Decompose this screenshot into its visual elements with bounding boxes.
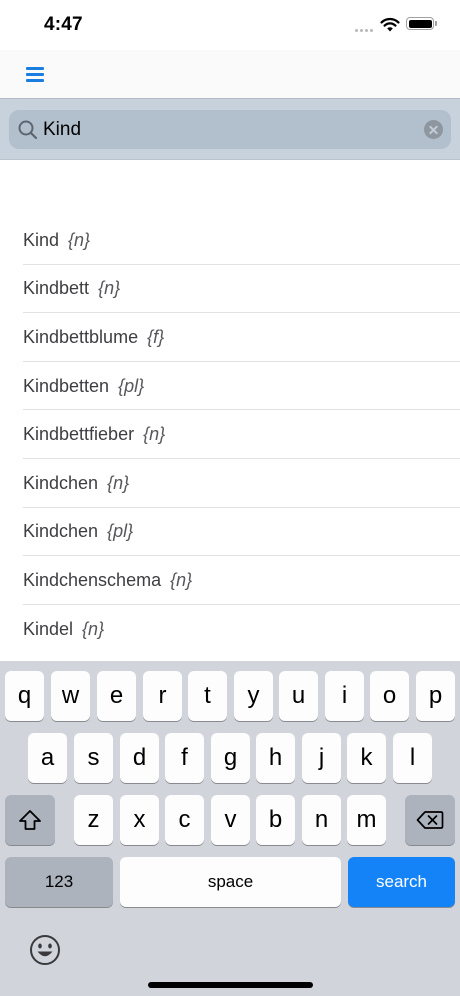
key-r[interactable]: r xyxy=(143,671,182,721)
keyboard: q w e r t y u i o p a s d f g h j k l z … xyxy=(0,661,460,996)
home-indicator[interactable] xyxy=(148,982,313,988)
key-j[interactable]: j xyxy=(302,733,341,783)
search-bar xyxy=(0,98,460,160)
list-item[interactable]: Kindbettblume {f} xyxy=(0,313,460,362)
search-input[interactable] xyxy=(43,110,413,149)
result-gender: {n} xyxy=(98,278,121,299)
key-k[interactable]: k xyxy=(347,733,386,783)
result-word: Kindchenschema xyxy=(23,569,162,590)
list-item[interactable]: Kindchen {pl} xyxy=(0,508,460,557)
result-gender: {pl} xyxy=(118,375,145,396)
numbers-key[interactable]: 123 xyxy=(5,857,113,907)
result-word: Kindbettfieber xyxy=(23,424,135,445)
shift-icon xyxy=(19,810,41,830)
list-item[interactable]: Kindchen {n} xyxy=(0,459,460,508)
key-w[interactable]: w xyxy=(51,671,90,721)
list-item[interactable]: Kindbettfieber {n} xyxy=(0,410,460,459)
emoji-icon[interactable] xyxy=(28,933,62,967)
key-s[interactable]: s xyxy=(74,733,113,783)
wifi-icon xyxy=(380,17,400,32)
key-o[interactable]: o xyxy=(370,671,409,721)
search-key[interactable]: search xyxy=(348,857,455,907)
result-gender: {n} xyxy=(68,229,91,250)
battery-icon xyxy=(406,17,434,30)
key-t[interactable]: t xyxy=(188,671,227,721)
key-d[interactable]: d xyxy=(120,733,159,783)
magnifier-icon xyxy=(18,120,38,140)
result-word: Kind xyxy=(23,229,60,250)
list-item[interactable]: Kind {n} xyxy=(0,216,460,265)
result-gender: {n} xyxy=(143,424,166,445)
key-u[interactable]: u xyxy=(279,671,318,721)
key-a[interactable]: a xyxy=(28,733,67,783)
space-key[interactable]: space xyxy=(120,857,341,907)
key-i[interactable]: i xyxy=(325,671,364,721)
navigation-bar xyxy=(0,50,460,98)
cellular-signal-icon xyxy=(355,24,375,32)
result-gender: {n} xyxy=(170,569,193,590)
list-item[interactable]: Kindbett {n} xyxy=(0,265,460,314)
result-gender: {n} xyxy=(107,472,130,493)
list-item[interactable]: Kindel {n} xyxy=(0,605,460,654)
key-v[interactable]: v xyxy=(211,795,250,845)
hamburger-menu-icon[interactable] xyxy=(24,64,48,84)
result-word: Kindchen xyxy=(23,472,99,493)
result-word: Kindbettblume xyxy=(23,326,139,347)
result-gender: {pl} xyxy=(107,521,134,542)
key-m[interactable]: m xyxy=(347,795,386,845)
key-b[interactable]: b xyxy=(256,795,295,845)
key-h[interactable]: h xyxy=(256,733,295,783)
result-word: Kindbett xyxy=(23,278,90,299)
key-c[interactable]: c xyxy=(165,795,204,845)
key-e[interactable]: e xyxy=(97,671,136,721)
results-list: Kind {n} Kindbett {n} Kindbettblume {f} … xyxy=(0,216,460,653)
result-word: Kindel xyxy=(23,618,74,639)
search-field[interactable] xyxy=(9,110,451,149)
key-p[interactable]: p xyxy=(416,671,455,721)
list-item[interactable]: Kindchenschema {n} xyxy=(0,556,460,605)
key-y[interactable]: y xyxy=(234,671,273,721)
key-g[interactable]: g xyxy=(211,733,250,783)
result-gender: {f} xyxy=(147,326,165,347)
key-z[interactable]: z xyxy=(74,795,113,845)
list-item[interactable]: Kindbetten {pl} xyxy=(0,362,460,411)
key-l[interactable]: l xyxy=(393,733,432,783)
delete-backspace-icon xyxy=(416,811,444,829)
status-time: 4:47 xyxy=(44,14,83,35)
key-n[interactable]: n xyxy=(302,795,341,845)
key-q[interactable]: q xyxy=(5,671,44,721)
battery-tip xyxy=(435,21,437,26)
key-f[interactable]: f xyxy=(165,733,204,783)
shift-key[interactable] xyxy=(5,795,55,845)
result-word: Kindbetten xyxy=(23,375,110,396)
status-bar: 4:47 xyxy=(0,0,460,50)
key-x[interactable]: x xyxy=(120,795,159,845)
result-gender: {n} xyxy=(82,618,105,639)
result-word: Kindchen xyxy=(23,521,99,542)
delete-key[interactable] xyxy=(405,795,455,845)
clear-circle-icon[interactable] xyxy=(424,120,443,139)
